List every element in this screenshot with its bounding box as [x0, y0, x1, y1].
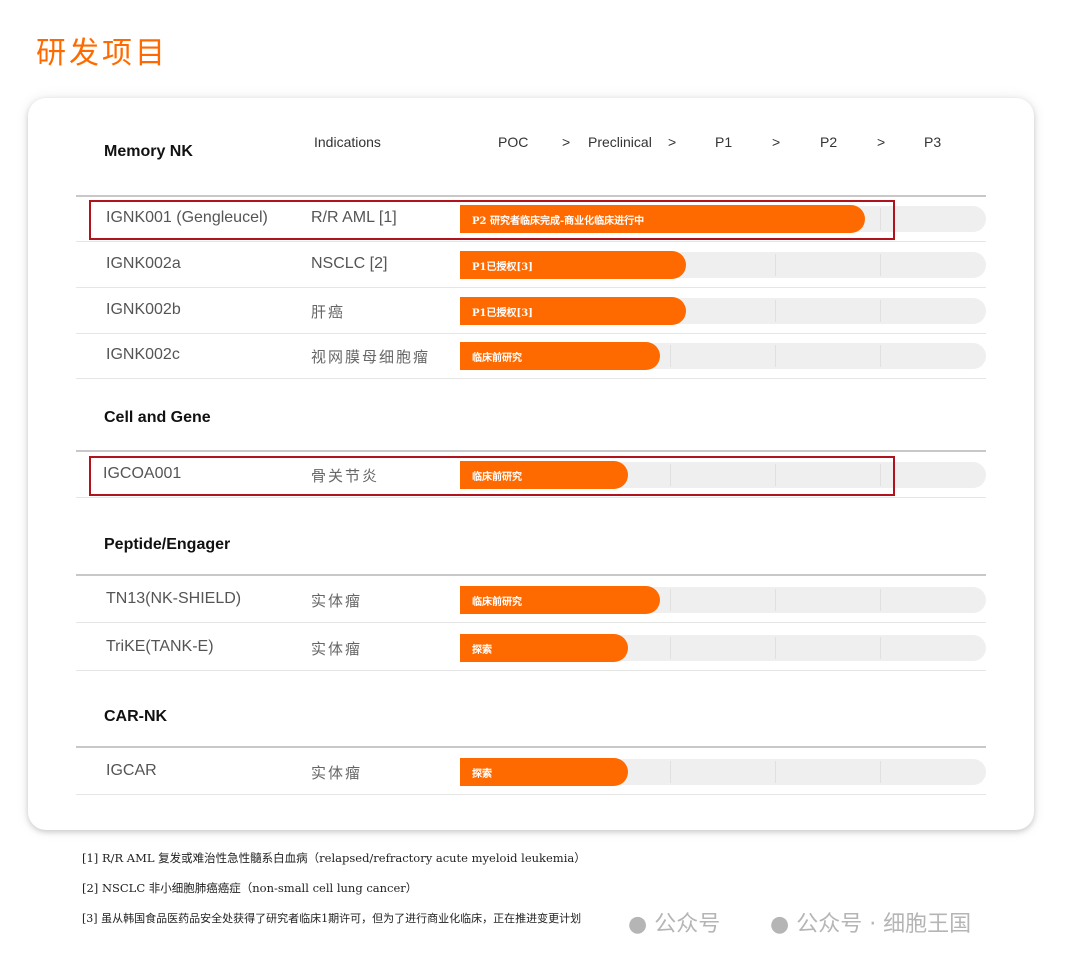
- footnote-1: [1] R/R AML 复发或难治性急性髓系白血病（relapsed/refra…: [82, 851, 586, 865]
- progress-bar-label: P1已授权[3]: [472, 262, 533, 273]
- watermark-text-1: 公众号: [654, 912, 721, 937]
- header-section-title: Memory NK: [104, 143, 193, 160]
- chevron-right-icon: >: [772, 134, 781, 150]
- progress-bar: 临床前研究: [460, 586, 660, 614]
- row-divider: [76, 497, 986, 498]
- section-title-car-nk: CAR-NK: [104, 708, 168, 725]
- stage-divider: [775, 300, 776, 322]
- stage-p2: P2: [820, 134, 838, 150]
- highlight-box: [89, 456, 895, 496]
- stage-divider: [775, 254, 776, 276]
- header-rule: [76, 195, 986, 197]
- progress-bar-label: P1已授权[3]: [472, 308, 533, 319]
- row-name: TriKE(TANK-E): [106, 638, 214, 655]
- row-divider: [76, 287, 986, 288]
- stage-divider: [880, 254, 881, 276]
- row-name: IGNK002c: [106, 346, 180, 363]
- progress-bar: P1已授权[3]: [460, 251, 686, 279]
- wechat-icon: ●: [770, 912, 790, 937]
- progress-bar: 探索: [460, 634, 628, 662]
- watermark-text-2: 公众号 · 细胞王国: [796, 912, 972, 937]
- progress-bar: 临床前研究: [460, 342, 660, 370]
- footnote-2: [2] NSCLC 非小细胞肺癌癌症（non-small cell lung c…: [82, 881, 418, 895]
- row-divider: [76, 622, 986, 623]
- footnote-3: [3] 虽从韩国食品医药品安全处获得了研究者临床1期许可，但为了进行商业化临床，…: [82, 912, 582, 925]
- stage-divider: [880, 761, 881, 783]
- stage-divider: [775, 637, 776, 659]
- stage-divider: [880, 637, 881, 659]
- progress-bar-label: 临床前研究: [472, 597, 522, 608]
- row-divider: [76, 670, 986, 671]
- progress-bar: 探索: [460, 758, 628, 786]
- progress-bar-label: 临床前研究: [472, 353, 522, 364]
- section-rule: [76, 574, 986, 576]
- section-rule: [76, 746, 986, 748]
- section-title-peptide: Peptide/Engager: [104, 536, 231, 553]
- row-divider: [76, 241, 986, 242]
- progress-bar-label: 探索: [472, 645, 492, 656]
- section-rule: [76, 450, 986, 452]
- section-title-cell-gene: Cell and Gene: [104, 409, 211, 426]
- chevron-right-icon: >: [877, 134, 886, 150]
- stage-p3: P3: [924, 134, 942, 150]
- row-divider: [76, 794, 986, 795]
- stage-divider: [775, 589, 776, 611]
- stage-divider: [880, 300, 881, 322]
- row-indication: 实体瘤: [311, 640, 363, 658]
- stage-divider: [670, 589, 671, 611]
- stage-poc: POC: [498, 134, 529, 150]
- stage-divider: [880, 589, 881, 611]
- header-indications: Indications: [314, 134, 381, 150]
- row-name: TN13(NK-SHIELD): [106, 590, 242, 607]
- chevron-right-icon: >: [562, 134, 571, 150]
- row-indication: 实体瘤: [311, 764, 363, 782]
- chevron-right-icon: >: [668, 134, 677, 150]
- page-title: 研发项目: [36, 36, 168, 71]
- progress-bar: P1已授权[3]: [460, 297, 686, 325]
- stage-divider: [670, 345, 671, 367]
- wechat-icon: ●: [628, 912, 648, 937]
- stage-divider: [670, 761, 671, 783]
- stage-divider: [670, 637, 671, 659]
- row-name: IGNK002a: [106, 255, 181, 272]
- progress-bar-label: 探索: [472, 769, 492, 780]
- row-indication: 肝癌: [311, 303, 346, 321]
- watermark-1: ● 公众号: [628, 906, 720, 938]
- stage-divider: [880, 345, 881, 367]
- stage-divider: [775, 761, 776, 783]
- stage-preclinical: Preclinical: [588, 134, 652, 150]
- row-divider: [76, 333, 986, 334]
- row-name: IGNK002b: [106, 301, 181, 318]
- stage-divider: [775, 345, 776, 367]
- row-indication: 视网膜母细胞瘤: [311, 348, 431, 366]
- stage-p1: P1: [715, 134, 733, 150]
- highlight-box: [89, 200, 895, 240]
- row-indication: NSCLC [2]: [311, 255, 388, 272]
- watermark-2: ● 公众号 · 细胞王国: [770, 906, 971, 938]
- row-divider: [76, 378, 986, 379]
- row-indication: 实体瘤: [311, 592, 363, 610]
- row-name: IGCAR: [106, 762, 157, 779]
